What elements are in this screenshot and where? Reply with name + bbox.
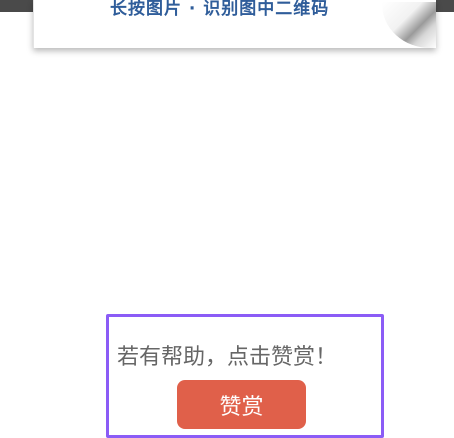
reward-prompt-text: 若有帮助，点击赞赏！ bbox=[117, 345, 338, 370]
reward-section: 若有帮助，点击赞赏！ 赞赏 bbox=[106, 314, 384, 438]
reward-button[interactable]: 赞赏 bbox=[177, 380, 306, 429]
qr-instruction-card: 长按图片 · 识别图中二维码 bbox=[33, 0, 436, 48]
card-caption: 长按图片 · 识别图中二维码 bbox=[110, 0, 330, 19]
page-curl-decoration bbox=[382, 2, 436, 48]
